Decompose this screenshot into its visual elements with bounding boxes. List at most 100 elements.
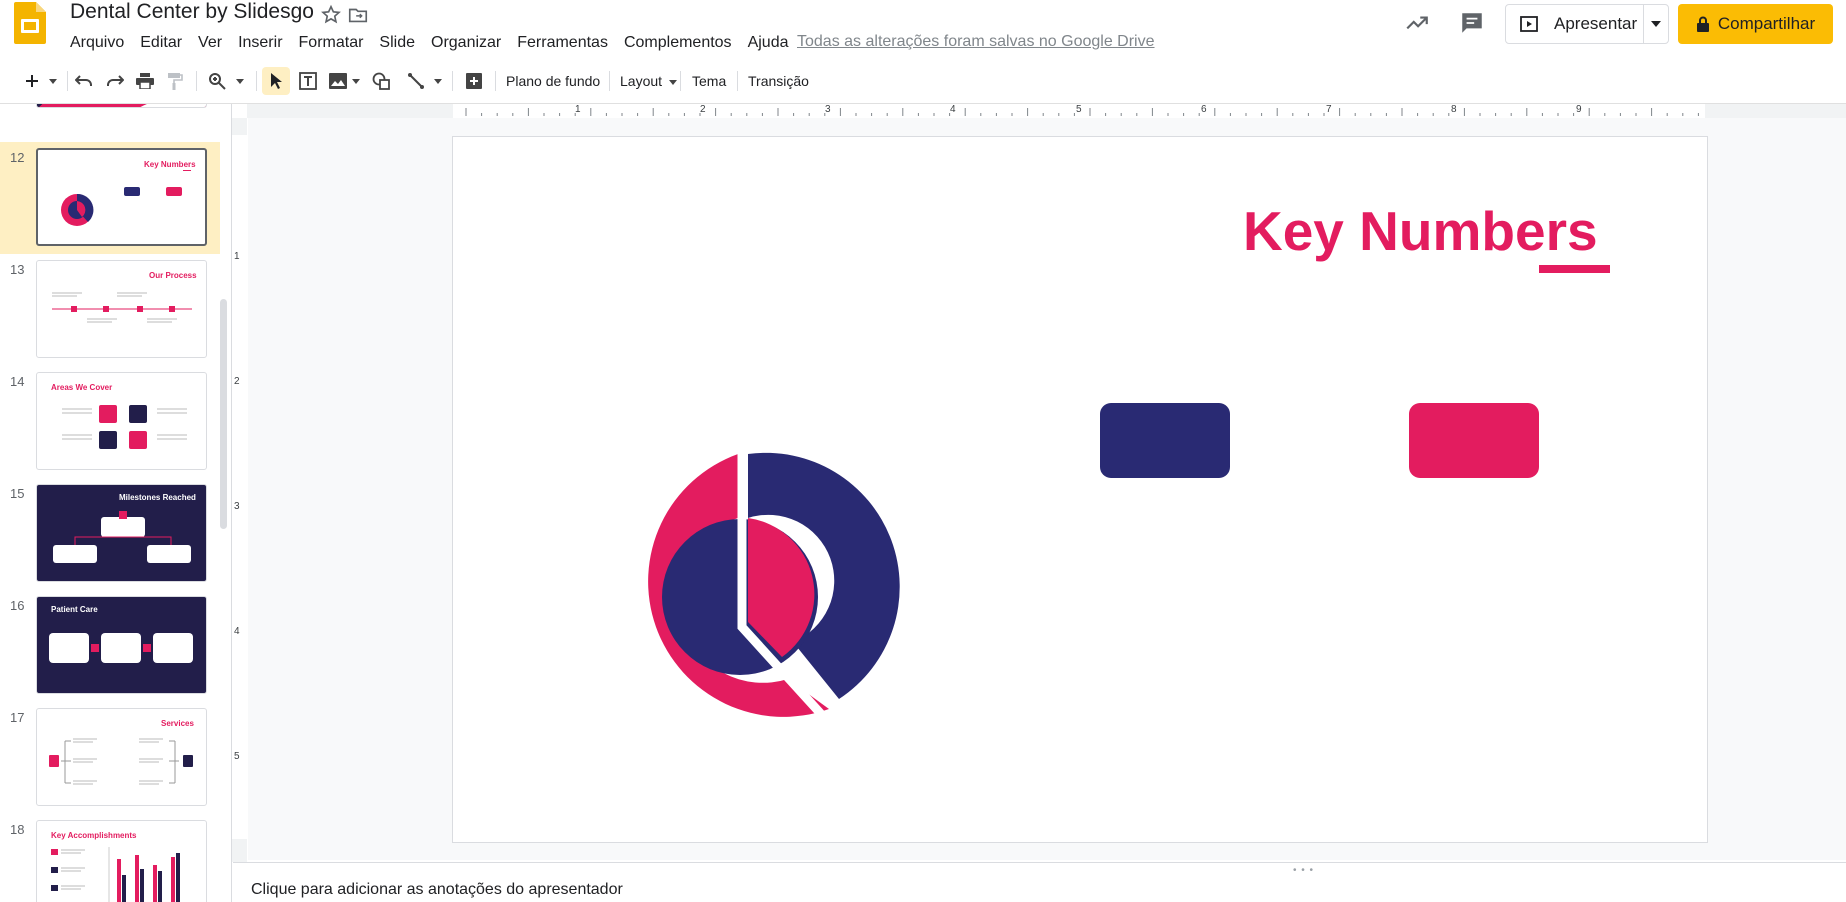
menu-slide[interactable]: Slide <box>371 32 423 54</box>
menu-arquivo[interactable]: Arquivo <box>62 32 132 54</box>
slide-thumbnail-17[interactable]: 17 Services <box>0 702 220 814</box>
menu-editar[interactable]: Editar <box>132 32 190 54</box>
move-folder-icon[interactable] <box>347 4 369 26</box>
navy-rounded-rectangle[interactable] <box>1100 403 1230 478</box>
speaker-notes-placeholder[interactable]: Clique para adicionar as anotações do ap… <box>251 881 623 899</box>
menu-ferramentas[interactable]: Ferramentas <box>509 32 616 54</box>
document-title[interactable]: Dental Center by Slidesgo <box>70 0 314 24</box>
zoom-dropdown[interactable] <box>233 67 247 95</box>
horizontal-ruler: 1 2 3 4 5 6 7 8 9 <box>247 104 1846 118</box>
slide-thumbnail-16[interactable]: 16 Patient Care <box>0 590 220 702</box>
new-slide-layout-dropdown[interactable] <box>46 67 60 95</box>
transition-button[interactable]: Transição <box>748 67 809 95</box>
undo-icon <box>75 75 92 86</box>
line-icon <box>408 73 424 89</box>
speaker-notes-panel[interactable]: • • • Clique para adicionar as anotações… <box>233 862 1846 902</box>
toolbar-divider <box>495 71 496 91</box>
new-slide-button[interactable] <box>18 67 46 95</box>
chevron-down-icon <box>352 78 360 84</box>
present-label: Apresentar <box>1554 14 1638 33</box>
donut-chart-graphic[interactable] <box>618 452 908 742</box>
slide-thumbnail-15[interactable]: 15 Milestones Reached <box>0 478 220 590</box>
toolbar-divider <box>680 71 681 91</box>
filmstrip-scrollbar[interactable] <box>220 299 227 529</box>
slide-number: 18 <box>10 822 25 837</box>
line-button[interactable] <box>402 67 430 95</box>
chevron-down-icon <box>1651 21 1662 27</box>
insert-image-button[interactable] <box>325 67 351 95</box>
menu-formatar[interactable]: Formatar <box>291 32 372 54</box>
slide-thumbnail-14[interactable]: 14 Areas We Cover <box>0 366 220 478</box>
chevron-down-icon <box>236 78 244 84</box>
slides-logo-icon[interactable] <box>14 2 46 44</box>
toolbar-divider <box>256 71 257 91</box>
present-button[interactable]: Apresentar <box>1505 4 1669 44</box>
toolbar-divider <box>609 71 610 91</box>
thumbnail-graphic <box>51 847 180 902</box>
slide-thumbnail-preview: Key Numbers <box>36 148 207 246</box>
thumbnail-pink-rect <box>166 187 182 196</box>
slide-thumbnail-preview: Key Accomplishments <box>36 820 207 902</box>
menu-bar: Arquivo Editar Ver Inserir Formatar Slid… <box>62 32 796 54</box>
present-options-dropdown[interactable] <box>1644 5 1668 43</box>
comments-icon[interactable] <box>1459 10 1485 36</box>
thumbnail-graphic <box>49 633 193 663</box>
menu-complementos[interactable]: Complementos <box>616 32 740 54</box>
layout-label: Layout <box>620 73 663 89</box>
menu-ver[interactable]: Ver <box>190 32 230 54</box>
background-button[interactable]: Plano de fundo <box>506 67 600 95</box>
undo-button[interactable] <box>70 67 98 95</box>
layout-button[interactable]: Layout <box>620 67 677 95</box>
ruler-label: 9 <box>1576 104 1582 115</box>
thumbnail-title: Milestones Reached <box>119 493 196 502</box>
menu-organizar[interactable]: Organizar <box>423 32 509 54</box>
pink-rounded-rectangle[interactable] <box>1409 403 1539 478</box>
title-underline-shape[interactable] <box>1539 265 1610 273</box>
ruler-label: 3 <box>234 501 240 512</box>
slide-number: 14 <box>10 374 25 389</box>
slide-number: 17 <box>10 710 25 725</box>
notes-resize-handle[interactable]: • • • <box>1293 865 1314 876</box>
star-icon[interactable] <box>320 4 342 26</box>
zoom-button[interactable] <box>203 67 231 95</box>
slide-thumbnail-11[interactable] <box>0 104 220 116</box>
toolbar-divider <box>67 71 68 91</box>
slide-title[interactable]: Key Numbers <box>1243 199 1598 263</box>
slide-thumbnail-18[interactable]: 18 Key Accomplishments <box>0 814 220 902</box>
slide-number: 12 <box>10 150 25 165</box>
menu-inserir[interactable]: Inserir <box>230 32 290 54</box>
print-button[interactable] <box>131 67 159 95</box>
lock-icon <box>1696 16 1709 32</box>
app-header: Dental Center by Slidesgo Arquivo Editar… <box>0 0 1846 56</box>
chevron-down-icon <box>49 78 57 84</box>
paint-format-button[interactable] <box>161 67 189 95</box>
present-icon <box>1520 16 1538 32</box>
thumbnail-title: Areas We Cover <box>51 383 113 392</box>
line-dropdown[interactable] <box>432 67 444 95</box>
cursor-arrow-icon <box>271 73 282 89</box>
ruler-slide-range <box>232 135 247 839</box>
save-status-link[interactable]: Todas as alterações foram salvas no Goog… <box>797 33 1155 51</box>
ruler-label: 2 <box>700 104 706 115</box>
menu-ajuda[interactable]: Ajuda <box>740 32 797 54</box>
add-comment-button[interactable] <box>460 67 488 95</box>
select-tool-button[interactable] <box>262 67 290 95</box>
insert-image-dropdown[interactable] <box>350 67 362 95</box>
zoom-icon <box>209 73 226 90</box>
text-box-button[interactable] <box>294 67 322 95</box>
toolbar-divider <box>196 71 197 91</box>
shape-button[interactable] <box>367 67 395 95</box>
image-icon <box>329 73 347 89</box>
activity-trend-icon[interactable] <box>1404 10 1430 36</box>
slide-thumbnail-13[interactable]: 13 Our Process <box>0 254 220 366</box>
present-main-button[interactable]: Apresentar <box>1506 5 1645 43</box>
theme-button[interactable]: Tema <box>692 67 726 95</box>
thumbnail-graphic <box>53 511 191 563</box>
slide-thumbnail-12[interactable]: 12 Key Numbers <box>0 142 220 254</box>
slide-number: 13 <box>10 262 25 277</box>
share-button[interactable]: Compartilhar <box>1678 4 1833 44</box>
chevron-down-icon <box>434 78 442 84</box>
thumbnail-graphic <box>52 292 192 323</box>
slide-editor[interactable]: Key Numbers <box>452 136 1708 843</box>
redo-button[interactable] <box>101 67 129 95</box>
